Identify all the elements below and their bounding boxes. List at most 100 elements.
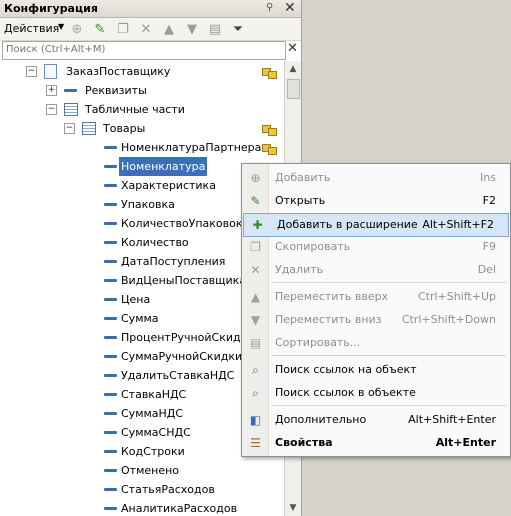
attribute-icon	[104, 165, 117, 168]
arrow-up-icon: ▲	[250, 290, 261, 304]
attribute-icon	[104, 431, 117, 434]
menu-item-shortcut: Alt+Enter	[435, 436, 496, 449]
tree-label-goods: Товары	[103, 122, 146, 135]
menu-item[interactable]: ✚ Добавить в расширение Alt+Shift+F2	[243, 213, 509, 237]
search-input[interactable]	[3, 42, 279, 57]
collapse-icon[interactable]: −	[64, 123, 75, 134]
tree-row-attribute[interactable]: Отменено	[0, 461, 284, 480]
attribute-icon	[104, 336, 117, 339]
tree-label-attribute: Количество	[121, 236, 189, 249]
attribute-icon	[104, 203, 117, 206]
attribute-icon	[104, 488, 117, 491]
lock-icon	[262, 121, 277, 136]
sort-icon[interactable]: ▤	[207, 21, 223, 37]
menu-item-shortcut: Alt+Shift+Enter	[408, 413, 496, 426]
tree-row-attribute[interactable]: НоменклатураПартнера	[0, 138, 284, 157]
copy-icon[interactable]: ❐	[115, 21, 131, 37]
tree-row-goods[interactable]: − Товары	[0, 119, 284, 138]
close-icon[interactable]: ✕	[284, 0, 296, 16]
menu-item[interactable]: ▤ Сортировать...	[242, 332, 510, 354]
attribute-icon	[104, 241, 117, 244]
filter-icon[interactable]: ⏷	[230, 21, 246, 37]
collapse-icon[interactable]: −	[46, 104, 57, 115]
menu-item-shortcut: Alt+Shift+F2	[422, 218, 494, 231]
tree-row-root[interactable]: − ЗаказПоставщику	[0, 62, 284, 81]
tree-label-attribute: СуммаСНДС	[121, 426, 191, 439]
tree-label-attribute: Отменено	[121, 464, 180, 477]
tree-row-attribute[interactable]: АналитикаРасходов	[0, 499, 284, 516]
scroll-thumb[interactable]	[287, 79, 300, 99]
arrow-down-icon[interactable]: ▼	[184, 21, 200, 37]
additional-icon: ◧	[249, 413, 262, 427]
scroll-up-icon[interactable]: ▲	[285, 61, 301, 77]
delete-icon: ✕	[250, 263, 261, 277]
pencil-icon[interactable]: ✎	[92, 21, 108, 37]
menu-separator	[272, 282, 506, 283]
attribute-icon	[104, 393, 117, 396]
menu-item[interactable]: ⌕ Поиск ссылок на объект	[242, 359, 510, 381]
attribute-icon	[104, 222, 117, 225]
add-to-extension-icon: ✚	[252, 218, 263, 232]
menu-item[interactable]: ⊕ Добавить Ins	[242, 167, 510, 189]
tree-row-attribute[interactable]: СтатьяРасходов	[0, 480, 284, 499]
menu-item[interactable]: ✎ Открыть F2	[242, 190, 510, 212]
attribute-icon	[104, 507, 117, 510]
menu-separator	[272, 405, 506, 406]
attribute-icon	[104, 298, 117, 301]
attribute-icon	[104, 260, 117, 263]
tree-label-attribute: НоменклатураПартнера	[121, 141, 262, 154]
attribute-icon	[104, 412, 117, 415]
tree-label-attribute: УдалитьСтавкаНДС	[121, 369, 235, 382]
actions-menu-button[interactable]: Действия	[4, 22, 59, 35]
scroll-down-icon[interactable]: ▼	[285, 500, 301, 516]
menu-item-label: Добавить в расширение	[277, 218, 418, 231]
arrow-up-icon[interactable]: ▲	[161, 21, 177, 37]
attribute-icon	[104, 469, 117, 472]
menu-item[interactable]: ⌕ Поиск ссылок в объекте	[242, 382, 510, 404]
tree-row-requisites[interactable]: + Реквизиты	[0, 81, 284, 100]
pin-icon[interactable]: ⚲	[266, 2, 273, 13]
requisites-icon	[64, 89, 77, 92]
context-menu: ⊕ Добавить Ins ✎ Открыть F2 ✚ Добавить в расшир…	[241, 163, 511, 457]
delete-icon[interactable]: ✕	[138, 21, 154, 37]
menu-item[interactable]: ▲ Переместить вверх Ctrl+Shift+Up	[242, 286, 510, 308]
menu-item-label: Дополнительно	[275, 413, 367, 426]
attribute-icon	[104, 317, 117, 320]
tree-label-attribute: Упаковка	[121, 198, 175, 211]
find-refs-icon: ⌕	[252, 363, 259, 377]
tree-label-attribute: Характеристика	[121, 179, 216, 192]
menu-item-shortcut: Ins	[480, 171, 496, 184]
add-icon[interactable]: ⊕	[69, 21, 85, 37]
properties-icon: ☰	[250, 436, 261, 450]
menu-item[interactable]: ✕ Удалить Del	[242, 259, 510, 281]
lock-icon	[262, 64, 277, 79]
attribute-icon	[104, 279, 117, 282]
tree-label-requisites: Реквизиты	[85, 84, 147, 97]
tree-label-root: ЗаказПоставщику	[66, 65, 171, 78]
find-refs-in-icon: ⌕	[252, 386, 259, 400]
collapse-icon[interactable]: −	[26, 66, 37, 77]
menu-item-label: Сортировать...	[275, 336, 361, 349]
menu-item[interactable]: ☰ Свойства Alt+Enter	[242, 432, 510, 454]
expand-icon[interactable]: +	[46, 85, 57, 96]
tree-row-tabular-parts[interactable]: − Табличные части	[0, 100, 284, 119]
document-icon	[44, 64, 57, 79]
tree-label-attribute: СуммаРучнойСкидки	[121, 350, 243, 363]
toolbar: Действия ▼ ⊕ ✎ ❐ ✕ ▲ ▼ ▤ ⏷	[0, 18, 301, 41]
search-box	[2, 41, 286, 60]
menu-item-label: Удалить	[275, 263, 324, 276]
menu-item-label: Поиск ссылок в объекте	[275, 386, 416, 399]
tree-label-attribute: КоличествоУпаковок	[121, 217, 243, 230]
menu-item[interactable]: ▼ Переместить вниз Ctrl+Shift+Down	[242, 309, 510, 331]
menu-item[interactable]: ◧ Дополнительно Alt+Shift+Enter	[242, 409, 510, 431]
menu-item[interactable]: ❐ Скопировать F9	[242, 236, 510, 258]
menu-item-shortcut: F9	[482, 240, 496, 253]
tree-label-tabular-parts: Табличные части	[85, 103, 185, 116]
chevron-down-icon[interactable]: ▼	[58, 22, 64, 31]
menu-item-shortcut: Del	[477, 263, 496, 276]
tree-label-attribute: Номенклатура	[119, 157, 208, 176]
table-icon	[64, 103, 78, 116]
clear-search-icon[interactable]: ✕	[287, 41, 298, 56]
tree-label-attribute: Сумма	[121, 312, 159, 325]
menu-item-shortcut: Ctrl+Shift+Down	[401, 313, 496, 326]
